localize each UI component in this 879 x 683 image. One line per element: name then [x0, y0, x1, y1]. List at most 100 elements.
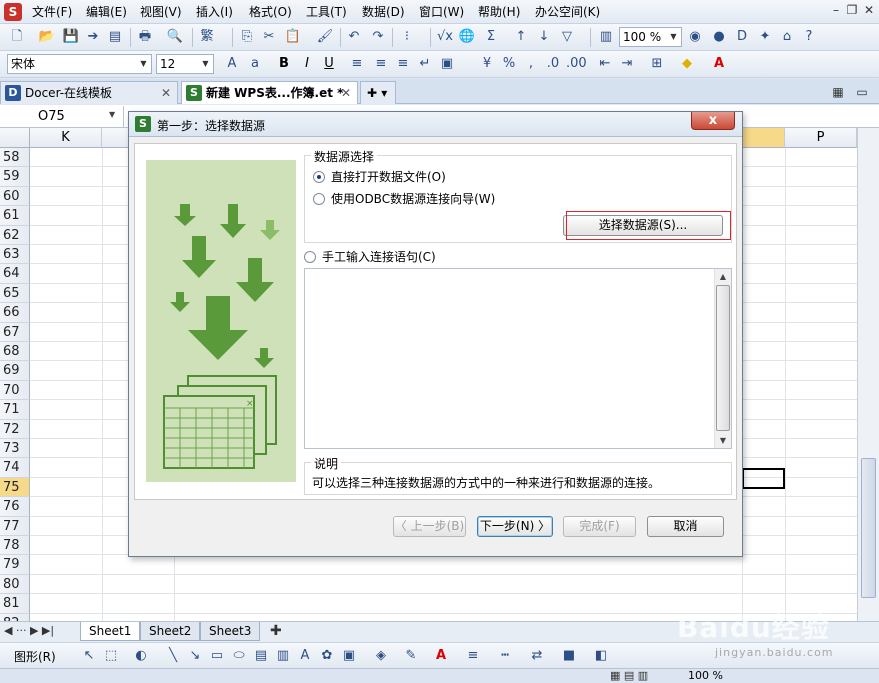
- fill-color-icon[interactable]: ◆: [678, 55, 696, 73]
- tab-docer[interactable]: D Docer-在线模板 ✕: [0, 81, 178, 104]
- font-size-select[interactable]: 12 ▼: [156, 54, 214, 74]
- row-header[interactable]: 69: [0, 361, 30, 381]
- minimize-icon[interactable]: –: [829, 3, 843, 17]
- menu-view[interactable]: 视图(V): [140, 4, 182, 20]
- font-grow-icon[interactable]: A: [223, 55, 241, 73]
- row-header[interactable]: 76: [0, 497, 30, 517]
- radio-odbc[interactable]: 使用ODBC数据源连接向导(W): [313, 191, 495, 207]
- increase-decimal-icon[interactable]: .0: [544, 55, 562, 73]
- row-header[interactable]: 61: [0, 206, 30, 226]
- wordart-icon[interactable]: A: [296, 647, 314, 665]
- row-header[interactable]: 80: [0, 574, 30, 595]
- open-folder-icon[interactable]: 📂: [38, 28, 56, 46]
- active-cell[interactable]: [742, 468, 785, 489]
- window-mode-icon[interactable]: ▭: [855, 85, 869, 99]
- scrollbar-thumb[interactable]: [716, 285, 730, 431]
- row-header[interactable]: 73: [0, 439, 30, 459]
- format-painter-icon[interactable]: 🖌: [316, 28, 334, 46]
- zoom-select[interactable]: 100 % ▼: [619, 27, 682, 47]
- export-icon[interactable]: ➔: [84, 28, 102, 46]
- new-tab-button[interactable]: ✚ ▾: [360, 81, 396, 104]
- sort-descending-icon[interactable]: ↓: [535, 28, 553, 46]
- traditional-chinese-icon[interactable]: 繁: [198, 28, 216, 46]
- undo-icon[interactable]: ↶: [345, 28, 363, 46]
- decrease-decimal-icon[interactable]: .00: [566, 55, 587, 73]
- row-header[interactable]: 66: [0, 303, 30, 323]
- scroll-up-icon[interactable]: ▲: [715, 269, 731, 284]
- cut-icon[interactable]: ✂: [260, 28, 278, 46]
- fill-icon[interactable]: ◈: [372, 647, 390, 665]
- pdf-icon[interactable]: ▤: [106, 28, 124, 46]
- close-icon[interactable]: ✕: [341, 82, 351, 104]
- draw-menu[interactable]: 图形(R): [14, 648, 56, 665]
- select-objects-icon[interactable]: ⬚: [102, 647, 120, 665]
- 3d-icon[interactable]: ◧: [592, 647, 610, 665]
- row-header[interactable]: 82: [0, 613, 30, 621]
- finish-button[interactable]: 完成(F): [563, 516, 636, 537]
- row-icon[interactable]: ⁝: [398, 28, 416, 46]
- align-center-icon[interactable]: ≡: [372, 55, 390, 73]
- restore-icon[interactable]: ❐: [845, 3, 859, 17]
- menu-tools[interactable]: 工具(T): [306, 4, 347, 20]
- rectangle-icon[interactable]: ▭: [208, 647, 226, 665]
- tile-icon[interactable]: ▦: [831, 85, 845, 99]
- dash-style-icon[interactable]: ┅: [496, 647, 514, 665]
- textbox-icon[interactable]: ▤: [252, 647, 270, 665]
- row-header[interactable]: 58: [0, 148, 30, 168]
- close-icon[interactable]: ✕: [161, 82, 171, 104]
- docer-icon[interactable]: D: [733, 28, 751, 46]
- ellipse-icon[interactable]: ⬭: [230, 647, 248, 665]
- menu-file[interactable]: 文件(F): [32, 4, 72, 20]
- chart-icon[interactable]: ▥: [597, 28, 615, 46]
- online-template-icon[interactable]: ◉: [686, 28, 704, 46]
- row-header[interactable]: 72: [0, 419, 30, 439]
- color-wheel-icon[interactable]: ●: [710, 28, 728, 46]
- clipart-icon[interactable]: ✿: [318, 647, 336, 665]
- row-header[interactable]: 67: [0, 322, 30, 342]
- view-mode-icons[interactable]: ▦ ▤ ▥: [610, 669, 648, 682]
- row-header[interactable]: 64: [0, 264, 30, 284]
- cancel-button[interactable]: 取消: [647, 516, 724, 537]
- row-header[interactable]: 62: [0, 225, 30, 245]
- row-header[interactable]: 78: [0, 536, 30, 556]
- line-color-icon[interactable]: ✎: [402, 647, 420, 665]
- row-header[interactable]: 68: [0, 342, 30, 362]
- percent-icon[interactable]: %: [500, 55, 518, 73]
- underline-icon[interactable]: U: [320, 55, 338, 73]
- new-file-icon[interactable]: 🗋: [8, 28, 26, 46]
- sheet-tab-3[interactable]: Sheet3: [200, 622, 261, 641]
- vertical-scrollbar[interactable]: [857, 128, 879, 621]
- autosum-icon[interactable]: Σ: [482, 28, 500, 46]
- connection-statement-input[interactable]: ▲ ▼: [304, 268, 732, 449]
- pointer-icon[interactable]: ↖: [80, 647, 98, 665]
- menu-edit[interactable]: 编辑(E): [86, 4, 127, 20]
- font-shrink-icon[interactable]: a: [246, 55, 264, 73]
- row-header[interactable]: 63: [0, 245, 30, 265]
- row-header[interactable]: 77: [0, 516, 30, 536]
- line-style-icon[interactable]: ≡: [464, 647, 482, 665]
- row-header[interactable]: 65: [0, 283, 30, 304]
- increase-indent-icon[interactable]: ⇥: [618, 55, 636, 73]
- sheet-nav-icons[interactable]: ◀ ··· ▶ ▶|: [4, 624, 54, 637]
- next-step-button[interactable]: 下一步(N) 〉: [477, 516, 553, 537]
- menu-insert[interactable]: 插入(I): [196, 4, 233, 20]
- menu-data[interactable]: 数据(D): [362, 4, 405, 20]
- menu-window[interactable]: 窗口(W): [419, 4, 464, 20]
- paste-icon[interactable]: 📋: [284, 28, 302, 46]
- align-left-icon[interactable]: ≡: [348, 55, 366, 73]
- row-header[interactable]: 60: [0, 186, 30, 207]
- line-icon[interactable]: ╲: [164, 647, 182, 665]
- dialog-titlebar[interactable]: S 第一步：选择数据源: [129, 112, 742, 137]
- menu-format[interactable]: 格式(O): [249, 4, 292, 20]
- copy-icon[interactable]: ⎘: [238, 28, 256, 46]
- sort-ascending-icon[interactable]: ↑: [512, 28, 530, 46]
- hyperlink-icon[interactable]: 🌐: [458, 28, 476, 46]
- print-icon[interactable]: 🖶: [136, 28, 154, 46]
- autoshapes-icon[interactable]: ◐: [132, 647, 150, 665]
- dialog-close-button[interactable]: x: [691, 112, 735, 130]
- arrow-icon[interactable]: ↘: [186, 647, 204, 665]
- row-header[interactable]: 74: [0, 458, 30, 478]
- radio-manual[interactable]: 手工输入连接语句(C): [304, 249, 436, 265]
- row-header[interactable]: 71: [0, 400, 30, 420]
- font-color-icon[interactable]: A: [710, 55, 728, 73]
